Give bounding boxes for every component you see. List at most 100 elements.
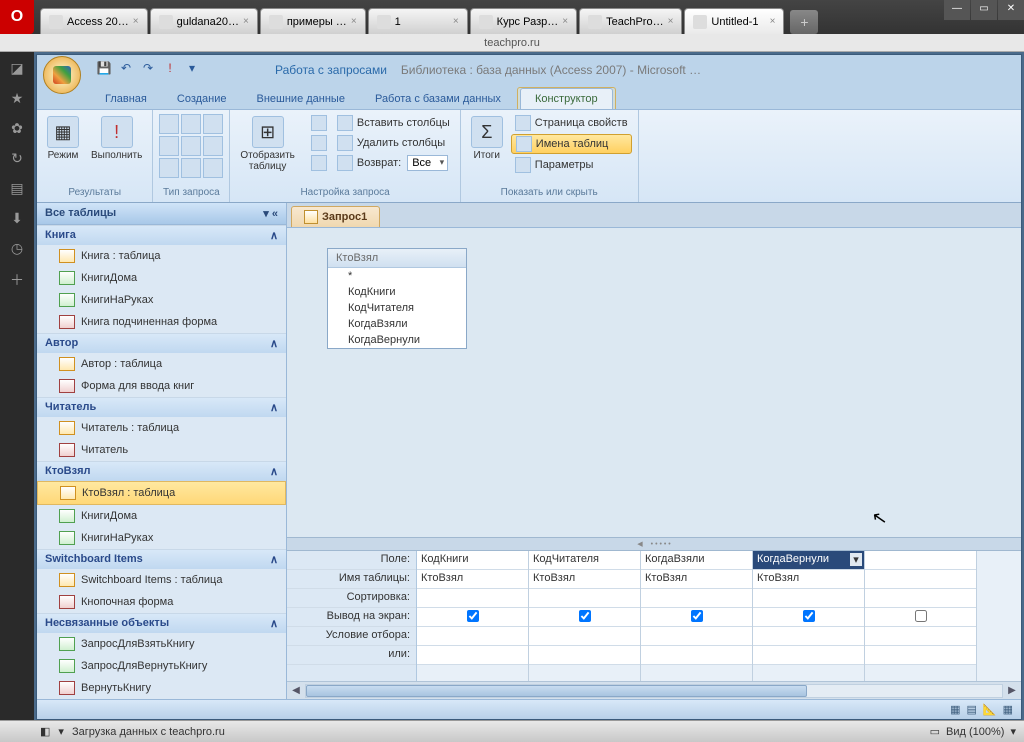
tab-external-data[interactable]: Внешние данные: [243, 89, 359, 109]
nav-item[interactable]: Switchboard Items : таблица: [37, 569, 286, 591]
panel-icon[interactable]: ★: [8, 90, 26, 108]
browser-tab[interactable]: TeachPro…×: [579, 8, 682, 34]
nav-item[interactable]: КнигиДома: [37, 267, 286, 289]
field-cell[interactable]: КодЧитателя: [529, 551, 640, 570]
field-cell[interactable]: КогдаВзяли: [641, 551, 752, 570]
show-checkbox[interactable]: [579, 610, 591, 622]
sort-cell[interactable]: [753, 589, 864, 608]
totals-button[interactable]: Σ Итоги: [467, 114, 507, 163]
criteria-cell[interactable]: [865, 627, 976, 646]
field-item[interactable]: КогдаВзяли: [328, 316, 466, 332]
panel-icon[interactable]: ◪: [8, 60, 26, 78]
show-table-button[interactable]: ⊞ Отобразить таблицу: [236, 114, 299, 174]
nav-item[interactable]: ЗапросДляВзятьКнигу: [37, 633, 286, 655]
close-icon[interactable]: ×: [133, 16, 139, 27]
qbe-column[interactable]: КодКнигиКтоВзял: [417, 551, 529, 681]
sort-cell[interactable]: [865, 589, 976, 608]
redo-icon[interactable]: ↷: [139, 61, 157, 79]
opera-menu-button[interactable]: O: [0, 0, 34, 34]
nav-group-header[interactable]: КтоВзял∧: [37, 461, 286, 481]
pane-splitter[interactable]: • • • • •: [287, 537, 1021, 551]
table-names-button[interactable]: Имена таблиц: [511, 134, 632, 154]
qbe-column[interactable]: КодЧитателяКтоВзял: [529, 551, 641, 681]
panel-icon[interactable]: ▤: [8, 180, 26, 198]
nav-item[interactable]: ВернутьКнигу: [37, 677, 286, 699]
table-cell[interactable]: КтоВзял: [417, 570, 528, 589]
browser-tab[interactable]: 1×: [368, 8, 468, 34]
insert-rows-icon[interactable]: [307, 114, 331, 132]
sort-cell[interactable]: [417, 589, 528, 608]
panel-icon[interactable]: ⬇: [8, 210, 26, 228]
tab-design[interactable]: Конструктор: [520, 88, 613, 109]
close-icon[interactable]: ×: [668, 16, 674, 27]
table-cell[interactable]: [865, 570, 976, 589]
show-checkbox[interactable]: [691, 610, 703, 622]
nav-group-header[interactable]: Автор∧: [37, 333, 286, 353]
close-icon[interactable]: ×: [562, 16, 568, 27]
tab-database-tools[interactable]: Работа с базами данных: [361, 89, 515, 109]
view-shortcut-icon[interactable]: ▦: [1003, 703, 1013, 716]
field-cell[interactable]: КодКниги: [417, 551, 528, 570]
browser-tab[interactable]: Access 20…×: [40, 8, 148, 34]
show-checkbox[interactable]: [803, 610, 815, 622]
table-cell[interactable]: КтоВзял: [641, 570, 752, 589]
show-checkbox[interactable]: [467, 610, 479, 622]
nav-item[interactable]: КнигиНаРуках: [37, 289, 286, 311]
or-cell[interactable]: [753, 646, 864, 665]
new-tab-button[interactable]: +: [790, 10, 818, 34]
field-item[interactable]: КодЧитателя: [328, 300, 466, 316]
nav-item[interactable]: Книга подчиненная форма: [37, 311, 286, 333]
office-button[interactable]: [43, 56, 81, 94]
close-icon[interactable]: ×: [351, 16, 357, 27]
view-shortcut-icon[interactable]: ▦: [950, 703, 960, 716]
show-cell[interactable]: [641, 608, 752, 627]
show-cell[interactable]: [417, 608, 528, 627]
criteria-cell[interactable]: [529, 627, 640, 646]
qbe-column[interactable]: [865, 551, 977, 681]
view-shortcut-icon[interactable]: 📐: [983, 703, 997, 716]
nav-item[interactable]: КнигиНаРуках: [37, 527, 286, 549]
panel-icon[interactable]: ↻: [8, 150, 26, 168]
show-cell[interactable]: [529, 608, 640, 627]
undo-icon[interactable]: ↶: [117, 61, 135, 79]
nav-group-header[interactable]: Книга∧: [37, 225, 286, 245]
close-icon[interactable]: ×: [243, 16, 249, 27]
nav-item[interactable]: КнигиДома: [37, 505, 286, 527]
query-type-buttons[interactable]: [159, 114, 223, 178]
nav-item[interactable]: Форма для ввода книг: [37, 375, 286, 397]
nav-item[interactable]: КтоВзял : таблица: [37, 481, 286, 505]
table-diagram-pane[interactable]: КтоВзял *КодКнигиКодЧитателяКогдаВзялиКо…: [287, 227, 1021, 537]
nav-item[interactable]: ЗапросДляВернутьКнигу: [37, 655, 286, 677]
table-cell[interactable]: КтоВзял: [529, 570, 640, 589]
sort-cell[interactable]: [529, 589, 640, 608]
panel-toggle-icon[interactable]: ◧: [40, 725, 50, 738]
run-icon[interactable]: !: [161, 61, 179, 79]
delete-columns-button[interactable]: Удалить столбцы: [333, 134, 449, 152]
field-item[interactable]: КогдаВернули: [328, 332, 466, 348]
browser-tab[interactable]: примеры …×: [260, 8, 366, 34]
nav-item[interactable]: Читатель : таблица: [37, 417, 286, 439]
builder-icon[interactable]: [307, 154, 331, 172]
minimize-button[interactable]: —: [944, 0, 970, 20]
qbe-column[interactable]: КогдаВернулиКтоВзял: [753, 551, 865, 681]
show-cell[interactable]: [753, 608, 864, 627]
panel-icon[interactable]: ◷: [8, 240, 26, 258]
nav-item[interactable]: Читатель: [37, 439, 286, 461]
fit-width-icon[interactable]: ▭: [930, 725, 940, 738]
object-tab[interactable]: Запрос1: [291, 206, 380, 227]
property-sheet-button[interactable]: Страница свойств: [511, 114, 632, 132]
browser-tab[interactable]: Курс Разр…×: [470, 8, 577, 34]
or-cell[interactable]: [865, 646, 976, 665]
or-cell[interactable]: [641, 646, 752, 665]
nav-item[interactable]: Книга : таблица: [37, 245, 286, 267]
criteria-cell[interactable]: [641, 627, 752, 646]
save-icon[interactable]: 💾: [95, 61, 113, 79]
tab-create[interactable]: Создание: [163, 89, 241, 109]
field-cell[interactable]: КогдаВернули: [753, 551, 864, 570]
return-combo[interactable]: Все: [407, 155, 448, 171]
zoom-label[interactable]: Вид (100%): [946, 726, 1004, 738]
tab-home[interactable]: Главная: [91, 89, 161, 109]
nav-pane-header[interactable]: Все таблицы▾ «: [37, 203, 286, 225]
show-cell[interactable]: [865, 608, 976, 627]
close-button[interactable]: ✕: [998, 0, 1024, 20]
